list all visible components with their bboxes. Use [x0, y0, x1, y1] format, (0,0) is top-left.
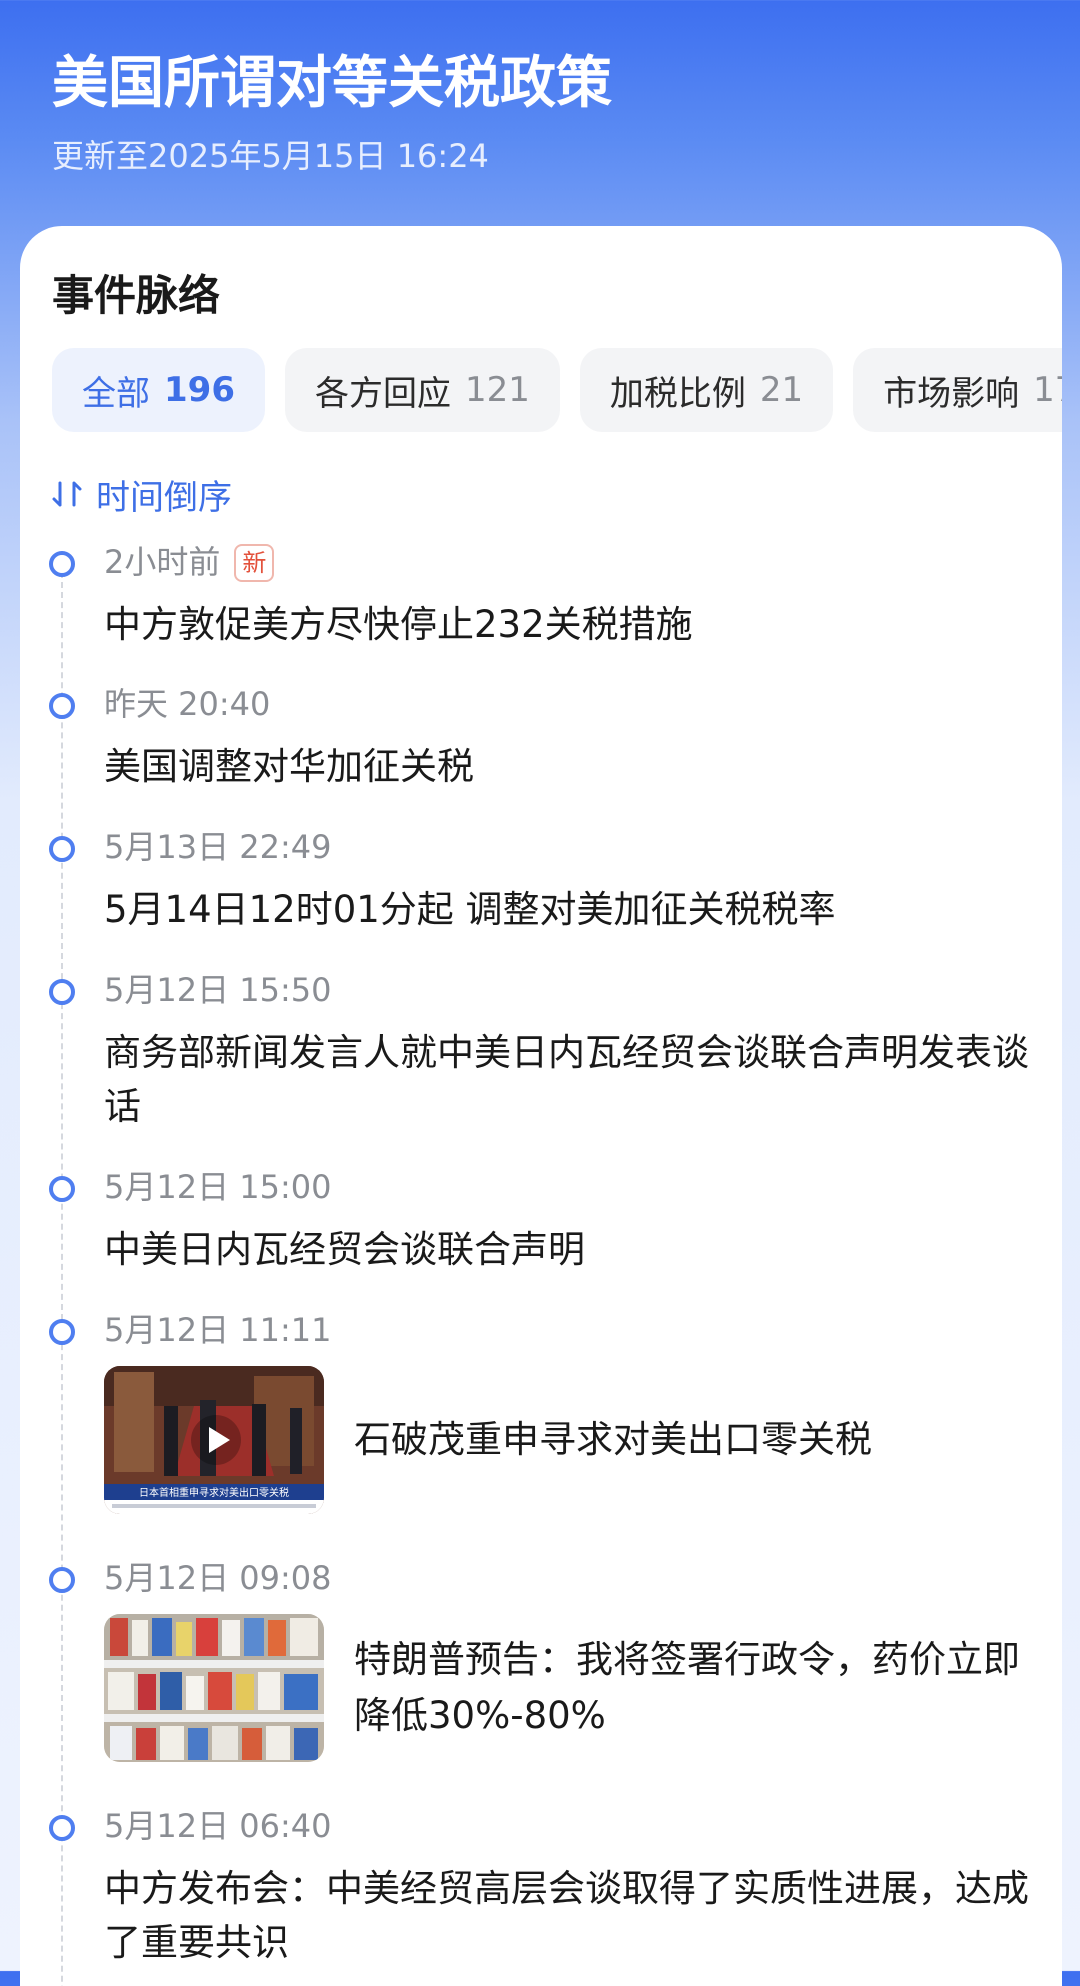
new-badge: 新 — [234, 544, 275, 582]
tab-count: 196 — [164, 370, 235, 410]
tab-count: 21 — [759, 370, 804, 410]
event-headline[interactable]: 中方敦促美方尽快停止232关税措施 — [104, 598, 1044, 652]
event-headline[interactable]: 中美日内瓦经贸会谈联合声明 — [104, 1223, 1044, 1277]
tab-responses[interactable]: 各方回应 121 — [284, 348, 560, 432]
sort-label: 时间倒序 — [96, 477, 232, 518]
page-title: 美国所谓对等关税政策 — [52, 51, 612, 116]
tab-market-impact[interactable]: 市场影响 17 — [853, 348, 1062, 432]
pharmacy-shelf-image — [104, 1614, 324, 1762]
image-thumbnail[interactable] — [104, 1614, 324, 1762]
sort-toggle[interactable]: 时间倒序 — [50, 470, 232, 518]
tab-label: 全部 — [82, 373, 150, 414]
event-headline[interactable]: 中方发布会：中美经贸高层会谈取得了实质性进展，达成了重要共识 — [104, 1862, 1044, 1970]
event-time: 昨天 20:40 — [104, 685, 271, 723]
event-time: 5月12日 06:40 — [104, 1807, 332, 1845]
sort-icon — [52, 481, 82, 507]
event-time: 5月12日 11:11 — [104, 1311, 332, 1349]
timeline-dot — [49, 1319, 75, 1345]
timeline-dot — [49, 551, 75, 577]
event-time: 5月13日 22:49 — [104, 828, 332, 866]
timeline-dot — [49, 1176, 75, 1202]
play-icon — [191, 1415, 241, 1465]
section-title: 事件脉络 — [52, 271, 221, 320]
timeline-line — [61, 572, 63, 1986]
tab-tariff-rates[interactable]: 加税比例 21 — [579, 348, 834, 432]
event-timeline: 2小时前新 中方敦促美方尽快停止232关税措施 昨天 20:40 美国调整对华加… — [20, 542, 1062, 1986]
event-time: 5月12日 09:08 — [104, 1559, 332, 1597]
filter-tabs: 全部 196 各方回应 121 加税比例 21 市场影响 17 — [52, 348, 1062, 432]
event-headline[interactable]: 美国调整对华加征关税 — [104, 740, 1044, 794]
timeline-dot — [49, 1815, 75, 1841]
thumb-caption: 日本首相重申寻求对美出口零关税 — [139, 1486, 289, 1499]
timeline-card: 事件脉络 全部 196 各方回应 121 加税比例 21 市场影响 17 时间倒… — [20, 226, 1062, 1986]
tab-label: 市场影响 — [883, 373, 1020, 414]
timeline-dot — [49, 836, 75, 862]
event-time-text: 2小时前 — [104, 543, 221, 581]
event-headline[interactable]: 特朗普预告：我将签署行政令，药价立即降低30%-80% — [354, 1632, 1044, 1744]
tab-label: 加税比例 — [609, 373, 746, 414]
event-time: 5月12日 15:00 — [104, 1168, 332, 1206]
timeline-dot — [49, 693, 75, 719]
tab-count: 121 — [464, 370, 530, 410]
video-thumbnail[interactable]: 日本首相重申寻求对美出口零关税 — [104, 1366, 324, 1514]
event-time: 2小时前新 — [104, 542, 275, 582]
tab-label: 各方回应 — [314, 373, 451, 414]
event-headline[interactable]: 商务部新闻发言人就中美日内瓦经贸会谈联合声明发表谈话 — [104, 1026, 1044, 1134]
tab-count: 17 — [1033, 370, 1062, 410]
timeline-dot — [49, 1567, 75, 1593]
update-time: 更新至2025年5月15日 16:24 — [52, 137, 489, 175]
tab-all[interactable]: 全部 196 — [52, 348, 265, 432]
event-headline[interactable]: 5月14日12时01分起 调整对美加征关税税率 — [104, 883, 1044, 937]
event-time: 5月12日 15:50 — [104, 971, 332, 1009]
timeline-dot — [49, 979, 75, 1005]
event-headline[interactable]: 石破茂重申寻求对美出口零关税 — [354, 1412, 1044, 1468]
